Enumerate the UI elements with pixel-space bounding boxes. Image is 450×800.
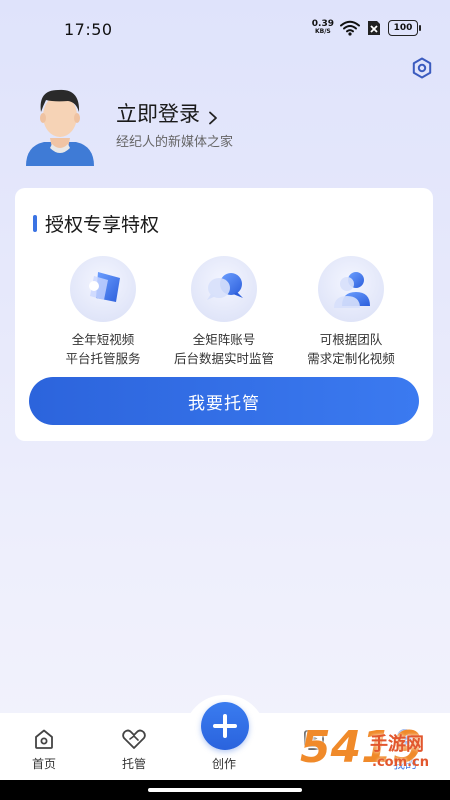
- video-tag-icon: [68, 254, 138, 324]
- card-header: 授权专享特权: [33, 210, 159, 237]
- feature-2-line1: 全矩阵账号: [192, 332, 256, 347]
- privileges-card: 授权专享特权 全年短视频 平台托管服务 全矩阵账号 后台数据实时监管 可根据团队…: [15, 188, 433, 441]
- watermark-domain: .com.cn: [372, 755, 430, 770]
- feature-2-line2: 后台数据实时监管: [173, 351, 274, 366]
- status-indicators: 0.39 KB/S 100: [312, 20, 421, 36]
- feature-account-matrix: 全矩阵账号 后台数据实时监管: [159, 254, 289, 368]
- gesture-handle[interactable]: [148, 788, 302, 792]
- chevron-right-icon: [206, 106, 220, 125]
- network-speed-value: 0.39: [311, 19, 334, 29]
- create-button[interactable]: [201, 702, 249, 750]
- no-sim-icon: [366, 20, 382, 36]
- system-gesture-bar: [0, 780, 450, 800]
- team-users-icon: [316, 254, 386, 324]
- wifi-icon: [340, 20, 360, 36]
- nav-home[interactable]: 首页: [14, 727, 74, 772]
- handshake-icon: [122, 729, 146, 749]
- login-label: 立即登录: [116, 102, 200, 126]
- network-speed-unit: KB/S: [315, 28, 331, 35]
- avatar[interactable]: [24, 82, 96, 166]
- network-speed: 0.39 KB/S: [312, 20, 334, 36]
- battery-icon: 100: [388, 20, 421, 36]
- request-hosting-button[interactable]: 我要托管: [29, 377, 419, 425]
- profile-subtitle: 经纪人的新媒体之家: [116, 135, 234, 150]
- title-accent-bar: [33, 215, 37, 232]
- card-title: 授权专享特权: [45, 214, 160, 236]
- feature-video-hosting: 全年短视频 平台托管服务: [38, 254, 168, 368]
- status-bar: 17:50 0.39 KB/S 100: [0, 0, 450, 58]
- feature-3-line2: 需求定制化视频: [307, 351, 395, 366]
- status-time: 17:50: [64, 20, 113, 39]
- nav-manage-label: 托管: [121, 757, 146, 771]
- plus-icon: [213, 714, 237, 738]
- watermark-logo: 5419 手游网 .com.cn: [300, 722, 450, 780]
- feature-3-line1: 可根据团队: [319, 332, 383, 347]
- nav-create[interactable]: 创作: [194, 751, 254, 772]
- feature-1-line1: 全年短视频: [71, 332, 135, 347]
- nav-manage[interactable]: 托管: [104, 727, 164, 772]
- nav-home-label: 首页: [31, 757, 56, 771]
- feature-custom-video: 可根据团队 需求定制化视频: [286, 254, 416, 368]
- watermark-brand: 手游网: [370, 734, 424, 755]
- home-icon: [35, 729, 53, 749]
- feature-1-line2: 平台托管服务: [65, 351, 141, 366]
- battery-level: 100: [393, 23, 413, 33]
- nav-create-label: 创作: [211, 757, 236, 771]
- settings-icon[interactable]: [410, 56, 434, 80]
- chat-bubbles-icon: [189, 254, 259, 324]
- login-link[interactable]: 立即登录: [116, 98, 220, 128]
